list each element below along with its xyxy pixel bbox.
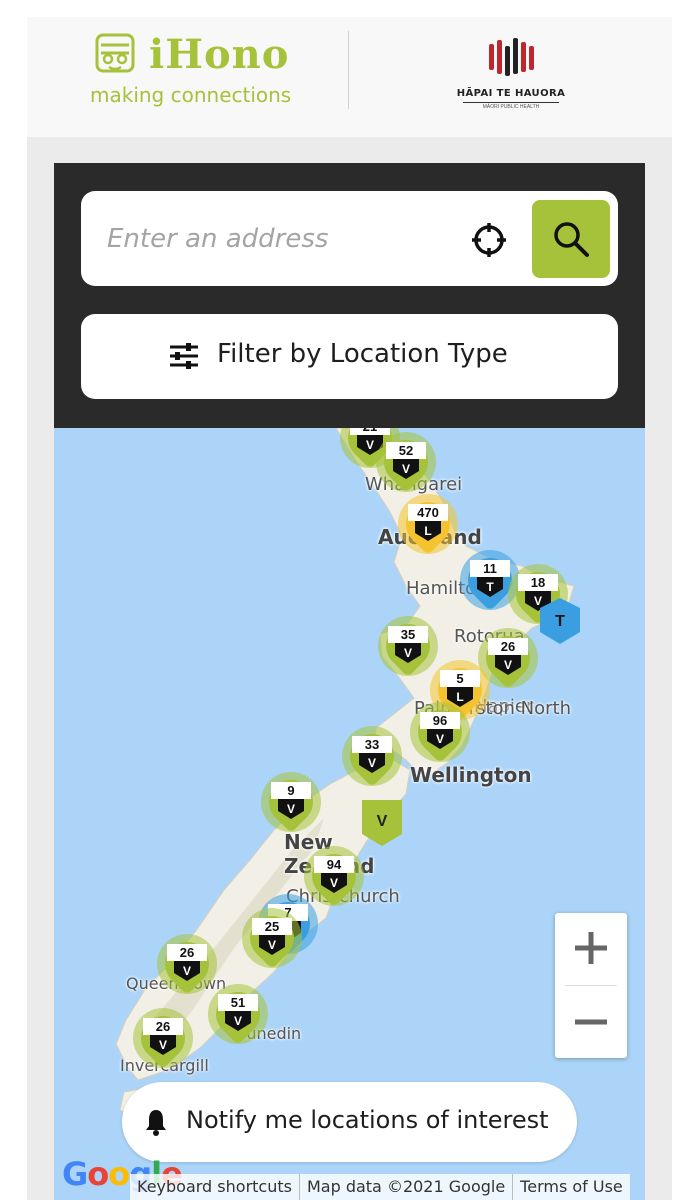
map-marker[interactable]: 26 V xyxy=(131,1006,195,1070)
bell-icon xyxy=(146,1110,166,1136)
zoom-control xyxy=(555,913,627,1058)
map-marker[interactable]: 26 V xyxy=(476,626,540,690)
search-panel: Filter by Location Type xyxy=(54,163,645,428)
map-marker[interactable]: 33 V xyxy=(340,724,404,788)
sliders-icon xyxy=(170,343,198,369)
marker-count: 33 xyxy=(352,736,392,753)
zoom-separator xyxy=(565,985,617,986)
marker-count: 470 xyxy=(408,504,448,521)
search-box xyxy=(81,191,618,286)
map-marker[interactable]: 9V xyxy=(259,770,323,834)
map-marker[interactable]: 94 V xyxy=(302,844,366,908)
keyboard-shortcuts-link[interactable]: Keyboard shortcuts xyxy=(130,1174,299,1200)
marker-count: 11 xyxy=(470,560,510,577)
search-icon xyxy=(554,222,589,257)
map-marker[interactable]: 96 V xyxy=(408,700,472,764)
marker-count: 25 xyxy=(252,918,292,935)
marker-count: 26 xyxy=(143,1018,183,1035)
filter-button[interactable]: Filter by Location Type xyxy=(81,314,618,399)
map-marker[interactable]: 26 V xyxy=(155,932,219,996)
search-button[interactable] xyxy=(532,200,610,278)
partner-subtitle: MĀORI PUBLIC HEALTH xyxy=(463,102,559,110)
locate-me-icon[interactable] xyxy=(469,220,509,260)
map[interactable]: Whangarei Auckland Hamilton Rotorua Napi… xyxy=(54,428,645,1200)
marker-count: 96 xyxy=(420,712,460,729)
marker-count: 26 xyxy=(488,638,528,655)
header-divider xyxy=(348,31,349,109)
marker-count: 9 xyxy=(271,782,311,799)
map-marker[interactable]: 52 V xyxy=(374,430,438,494)
marker-count: 94 xyxy=(314,856,354,873)
marker-count: 21 xyxy=(350,428,390,435)
marker-count: 5 xyxy=(440,670,480,687)
map-data-text: Map data ©2021 Google xyxy=(298,1174,512,1200)
marker-count: 52 xyxy=(386,442,426,459)
marker-count: 26 xyxy=(167,944,207,961)
pin-type: T xyxy=(555,613,565,630)
zoom-in-button[interactable] xyxy=(555,913,627,983)
single-pin-v[interactable]: V xyxy=(360,798,404,848)
map-marker[interactable]: 35 V xyxy=(376,614,440,678)
tiki-logo-icon xyxy=(95,33,135,73)
header: iHono making connections HĀPAI TE HAUORA… xyxy=(27,17,672,137)
map-marker[interactable]: 470 L xyxy=(396,492,460,556)
single-pin-t[interactable]: T xyxy=(538,596,582,646)
pin-type: V xyxy=(377,813,388,830)
map-marker[interactable]: 25 V xyxy=(240,906,304,970)
partner-name: HĀPAI TE HAUORA xyxy=(456,88,566,99)
notify-label: Notify me locations of interest xyxy=(186,1106,549,1134)
city-label: Wellington xyxy=(410,763,532,787)
address-input[interactable] xyxy=(105,213,449,265)
partner-logo-icon xyxy=(489,38,534,76)
marker-count: 18 xyxy=(518,574,558,591)
marker-count: 35 xyxy=(388,626,428,643)
terms-link[interactable]: Terms of Use xyxy=(512,1174,630,1200)
notify-button[interactable]: Notify me locations of interest xyxy=(122,1082,577,1162)
marker-count: 51 xyxy=(218,994,258,1011)
map-attribution: Keyboard shortcuts Map data ©2021 Google… xyxy=(130,1174,630,1200)
brand-tagline: making connections xyxy=(90,83,292,107)
filter-label: Filter by Location Type xyxy=(217,339,508,369)
zoom-out-button[interactable] xyxy=(555,987,627,1057)
map-marker[interactable]: 51 V xyxy=(206,982,270,1046)
map-marker[interactable]: 11 T xyxy=(458,548,522,612)
brand-name: iHono xyxy=(149,31,290,78)
